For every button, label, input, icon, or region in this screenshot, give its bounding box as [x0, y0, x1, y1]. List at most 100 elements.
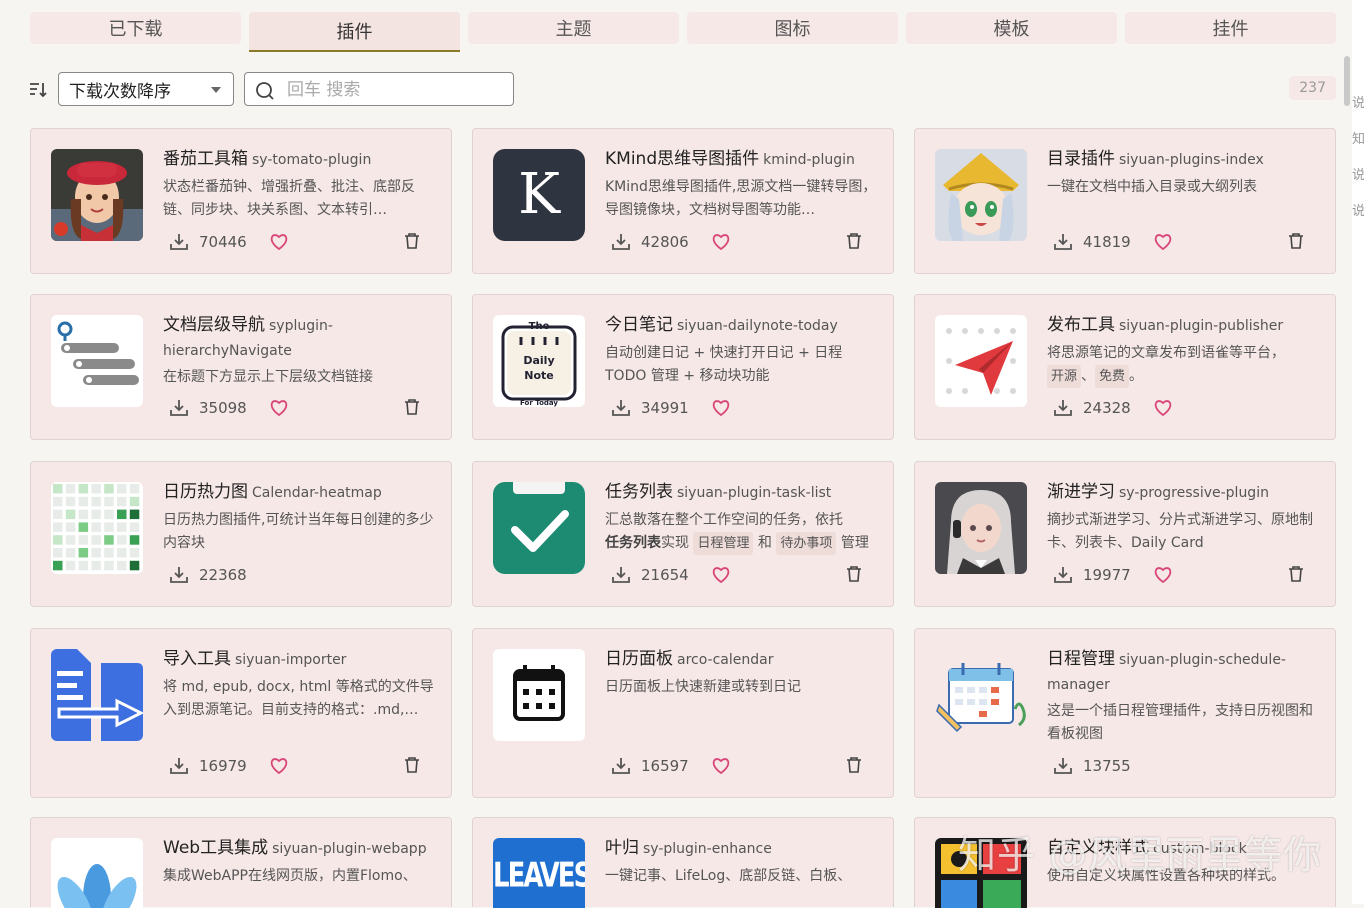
trash-icon[interactable] — [1287, 232, 1305, 250]
plugin-description-text: 将思源笔记的文章发布到语雀等平台， — [1047, 345, 1285, 361]
trash-icon[interactable] — [845, 232, 863, 250]
heatmap-cell — [91, 484, 101, 494]
heart-icon[interactable] — [711, 399, 731, 417]
plugin-package: arco-calendar — [677, 652, 774, 668]
plugin-card[interactable]: 自定义块样式 custom-block 使用自定义块属性设置各种块的样式。 — [914, 817, 1336, 908]
download-icon — [612, 567, 630, 583]
search-box[interactable] — [244, 72, 514, 106]
trash-icon[interactable] — [403, 756, 421, 774]
trash-icon[interactable] — [1287, 565, 1305, 583]
tab-themes[interactable]: 主题 — [468, 12, 679, 44]
heatmap-cell — [129, 522, 140, 532]
tab-widgets[interactable]: 挂件 — [1125, 12, 1336, 44]
heart-icon[interactable] — [269, 233, 289, 251]
heatmap-cell — [65, 548, 76, 558]
trash-icon[interactable] — [845, 565, 863, 583]
heatmap-cell — [91, 522, 101, 532]
tab-downloaded[interactable]: 已下载 — [30, 12, 241, 44]
k-logo-letter: K — [518, 162, 560, 227]
tab-plugins[interactable]: 插件 — [249, 12, 460, 52]
plugin-stats: 13755 — [1053, 754, 1323, 778]
download-icon — [170, 400, 188, 416]
plugin-name: 目录插件 — [1047, 149, 1115, 169]
tag-period: 。 — [1129, 368, 1144, 384]
plugin-name: 今日笔记 — [605, 315, 673, 335]
download-count-value: 13755 — [1083, 757, 1131, 775]
toolbar: 下载次数降序 237 — [28, 72, 1336, 108]
download-icon — [170, 567, 188, 583]
plugin-card[interactable]: 发布工具 siyuan-plugin-publisher 将思源笔记的文章发布到语… — [914, 294, 1336, 440]
avatar-girl-red-hat-icon — [51, 149, 143, 241]
plugin-card[interactable]: 番茄工具箱 sy-tomato-plugin 状态栏番茄钟、增强折叠、批注、底部反… — [30, 128, 452, 274]
heatmap-cell — [129, 548, 140, 558]
heatmap-cell — [117, 509, 127, 520]
download-count-value: 16979 — [199, 757, 247, 775]
plugin-card[interactable]: 日程管理 siyuan-plugin-schedule-manager 这是一个插… — [914, 628, 1336, 798]
tab-templates[interactable]: 模板 — [906, 12, 1117, 44]
download-count-value: 35098 — [199, 399, 247, 417]
plugin-name: 日程管理 — [1047, 649, 1115, 669]
heatmap-cell — [78, 548, 89, 558]
heatmap-cell — [117, 548, 127, 558]
heatmap-cell — [53, 548, 63, 558]
download-count: 16979 — [169, 757, 247, 775]
trash-icon[interactable] — [403, 232, 421, 250]
plugin-stats: 16979 — [169, 754, 439, 778]
heart-icon[interactable] — [1153, 399, 1173, 417]
plugin-stats: 19977 — [1053, 563, 1323, 587]
plugin-card[interactable]: 文档层级导航 syplugin-hierarchyNavigate 在标题下方显示… — [30, 294, 452, 440]
plugin-card[interactable]: Web工具集成 siyuan-plugin-webapp 集成WebAPP在线网页… — [30, 817, 452, 908]
heart-icon[interactable] — [1153, 566, 1173, 584]
plugin-stats: 16597 — [611, 754, 881, 778]
heatmap-cell — [53, 484, 63, 494]
download-count: 41819 — [1053, 233, 1131, 251]
download-icon — [170, 758, 188, 774]
heatmap-cell — [117, 496, 127, 507]
right-edge-panel: 说 知 说 说 — [1352, 0, 1364, 904]
daily-note-icon-text-4: For Today — [520, 399, 558, 407]
plugin-card[interactable]: K KMind思维导图插件 kmind-plugin KMind思维导图插件,思源… — [472, 128, 894, 274]
heart-icon[interactable] — [711, 757, 731, 775]
heatmap-cell — [104, 548, 114, 558]
leaves-logo-text: LEAVES — [493, 856, 585, 896]
plugin-title: KMind思维导图插件 kmind-plugin — [605, 147, 877, 172]
category-tabs: 已下载 插件 主题 图标 模板 挂件 — [30, 12, 1336, 52]
plugin-card[interactable]: 渐进学习 sy-progressive-plugin 摘抄式渐进学习、分片式渐进学… — [914, 461, 1336, 607]
download-icon — [1054, 758, 1072, 774]
plugin-name: 叶归 — [605, 838, 639, 858]
heatmap-cell — [78, 560, 89, 571]
import-document-icon — [51, 649, 143, 741]
sort-select[interactable]: 下载次数降序 — [58, 72, 234, 106]
heatmap-cell — [53, 522, 63, 532]
sort-icon[interactable] — [28, 80, 48, 100]
plugin-title: 日程管理 siyuan-plugin-schedule-manager — [1047, 647, 1319, 697]
plugin-package: siyuan-dailynote-today — [677, 318, 838, 334]
tag-free: 免费 — [1095, 365, 1130, 388]
plugin-card[interactable]: 导入工具 siyuan-importer 将 md, epub, docx, ht… — [30, 628, 452, 798]
plugin-card[interactable]: 日历面板 arco-calendar 日历面板上快速新建或转到日记 16597 — [472, 628, 894, 798]
plugin-description: 日历面板上快速新建或转到日记 — [605, 679, 801, 695]
plugin-card[interactable]: The Daily Note For Today 今日笔记 siyuan-dail… — [472, 294, 894, 440]
search-input[interactable] — [285, 77, 509, 103]
heart-icon[interactable] — [269, 399, 289, 417]
plugin-card[interactable]: 任务列表 siyuan-plugin-task-list 汇总散落在整个工作空间的… — [472, 461, 894, 607]
plugin-description: 日历热力图插件,可统计当年每日创建的多少内容块 — [163, 512, 434, 551]
heatmap-cell — [104, 484, 114, 494]
scrollbar-thumb[interactable] — [1344, 56, 1350, 106]
heatmap-cell — [91, 535, 101, 545]
heart-icon[interactable] — [1153, 233, 1173, 251]
heart-icon[interactable] — [269, 757, 289, 775]
heatmap-cell — [78, 535, 89, 545]
heart-icon[interactable] — [711, 233, 731, 251]
trash-icon[interactable] — [845, 756, 863, 774]
plugin-card[interactable]: LEAVES 叶归 sy-plugin-enhance 一键记事、LifeLog、… — [472, 817, 894, 908]
download-count: 34991 — [611, 399, 689, 417]
tab-icons[interactable]: 图标 — [687, 12, 898, 44]
plugin-card[interactable]: 日历热力图 Calendar-heatmap 日历热力图插件,可统计当年每日创建的… — [30, 461, 452, 607]
trash-icon[interactable] — [403, 398, 421, 416]
heatmap-cell — [117, 522, 127, 532]
plugin-card[interactable]: 目录插件 siyuan-plugins-index 一键在文档中插入目录或大纲列表… — [914, 128, 1336, 274]
heatmap-cell — [129, 560, 140, 571]
heart-icon[interactable] — [711, 566, 731, 584]
daily-note-icon-text-3: Note — [524, 369, 553, 382]
